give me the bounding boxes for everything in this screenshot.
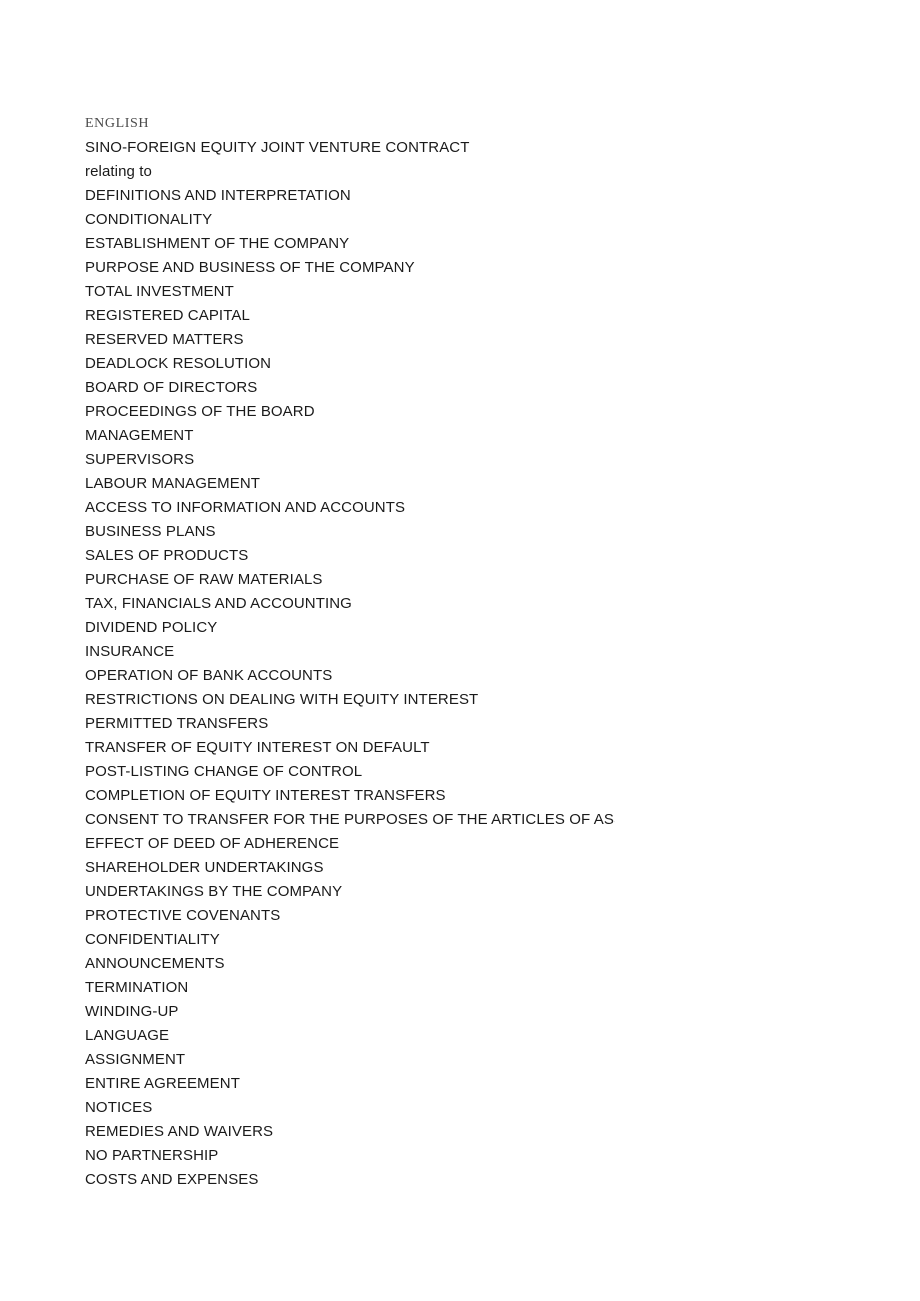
contents-entry: WINDING-UP bbox=[85, 1003, 179, 1020]
contents-entry: PERMITTED TRANSFERS bbox=[85, 715, 269, 732]
contents-entry: TERMINATION bbox=[85, 979, 189, 996]
contents-entry: TRANSFER OF EQUITY INTEREST ON DEFAULT bbox=[85, 739, 430, 756]
contents-entry: BOARD OF DIRECTORS bbox=[85, 379, 258, 396]
contents-entry: PROTECTIVE COVENANTS bbox=[85, 907, 281, 924]
contents-entry: ANNOUNCEMENTS bbox=[85, 955, 225, 972]
contents-entry: SHAREHOLDER UNDERTAKINGS bbox=[85, 859, 324, 876]
contents-entry: NOTICES bbox=[85, 1099, 153, 1116]
contents-entry: SALES OF PRODUCTS bbox=[85, 547, 249, 564]
contents-entry: ESTABLISHMENT OF THE COMPANY bbox=[85, 235, 350, 252]
contract-contents-list: ENGLISH SINO-FOREIGN EQUITY JOINT VENTUR… bbox=[85, 112, 885, 1192]
contents-entries: DEFINITIONS AND INTERPRETATION CONDITIONA… bbox=[85, 184, 885, 1192]
contents-entry: CONSENT TO TRANSFER FOR THE PURPOSES OF … bbox=[85, 811, 615, 828]
contents-entry: LABOUR MANAGEMENT bbox=[85, 475, 261, 492]
contents-entry: NO PARTNERSHIP bbox=[85, 1147, 219, 1164]
contents-entry: PURCHASE OF RAW MATERIALS bbox=[85, 571, 323, 588]
contents-entry: COMPLETION OF EQUITY INTEREST TRANSFERS bbox=[85, 787, 446, 804]
contents-entry: ENTIRE AGREEMENT bbox=[85, 1075, 240, 1092]
document-title: SINO-FOREIGN EQUITY JOINT VENTURE CONTRA… bbox=[85, 139, 470, 156]
contents-entry: INSURANCE bbox=[85, 643, 175, 660]
document-page: ENGLISH SINO-FOREIGN EQUITY JOINT VENTUR… bbox=[0, 0, 920, 1301]
contents-entry: COSTS AND EXPENSES bbox=[85, 1171, 259, 1188]
contents-entry: PROCEEDINGS OF THE BOARD bbox=[85, 403, 315, 420]
contents-entry: DEADLOCK RESOLUTION bbox=[85, 355, 272, 372]
contents-entry: MANAGEMENT bbox=[85, 427, 194, 444]
contents-entry: TAX, FINANCIALS AND ACCOUNTING bbox=[85, 595, 352, 612]
document-subtitle: relating to bbox=[85, 163, 152, 180]
contents-entry: REMEDIES AND WAIVERS bbox=[85, 1123, 274, 1140]
language-marker: ENGLISH bbox=[85, 116, 150, 131]
contents-entry: DEFINITIONS AND INTERPRETATION bbox=[85, 187, 351, 204]
contents-entry: OPERATION OF BANK ACCOUNTS bbox=[85, 667, 333, 684]
contents-entry: TOTAL INVESTMENT bbox=[85, 283, 234, 300]
contents-entry: CONDITIONALITY bbox=[85, 211, 213, 228]
contents-entry: POST-LISTING CHANGE OF CONTROL bbox=[85, 763, 363, 780]
contents-entry: ACCESS TO INFORMATION AND ACCOUNTS bbox=[85, 499, 406, 516]
contents-entry: PURPOSE AND BUSINESS OF THE COMPANY bbox=[85, 259, 415, 276]
contents-entry: REGISTERED CAPITAL bbox=[85, 307, 250, 324]
contents-entry: CONFIDENTIALITY bbox=[85, 931, 220, 948]
contents-entry: UNDERTAKINGS BY THE COMPANY bbox=[85, 883, 343, 900]
contents-entry: ASSIGNMENT bbox=[85, 1051, 186, 1068]
contents-entry: RESERVED MATTERS bbox=[85, 331, 244, 348]
contents-entry: LANGUAGE bbox=[85, 1027, 170, 1044]
contents-entry: BUSINESS PLANS bbox=[85, 523, 216, 540]
contents-entry: RESTRICTIONS ON DEALING WITH EQUITY INTE… bbox=[85, 691, 479, 708]
contents-entry: DIVIDEND POLICY bbox=[85, 619, 218, 636]
contents-entry: EFFECT OF DEED OF ADHERENCE bbox=[85, 835, 340, 852]
contents-entry: SUPERVISORS bbox=[85, 451, 195, 468]
